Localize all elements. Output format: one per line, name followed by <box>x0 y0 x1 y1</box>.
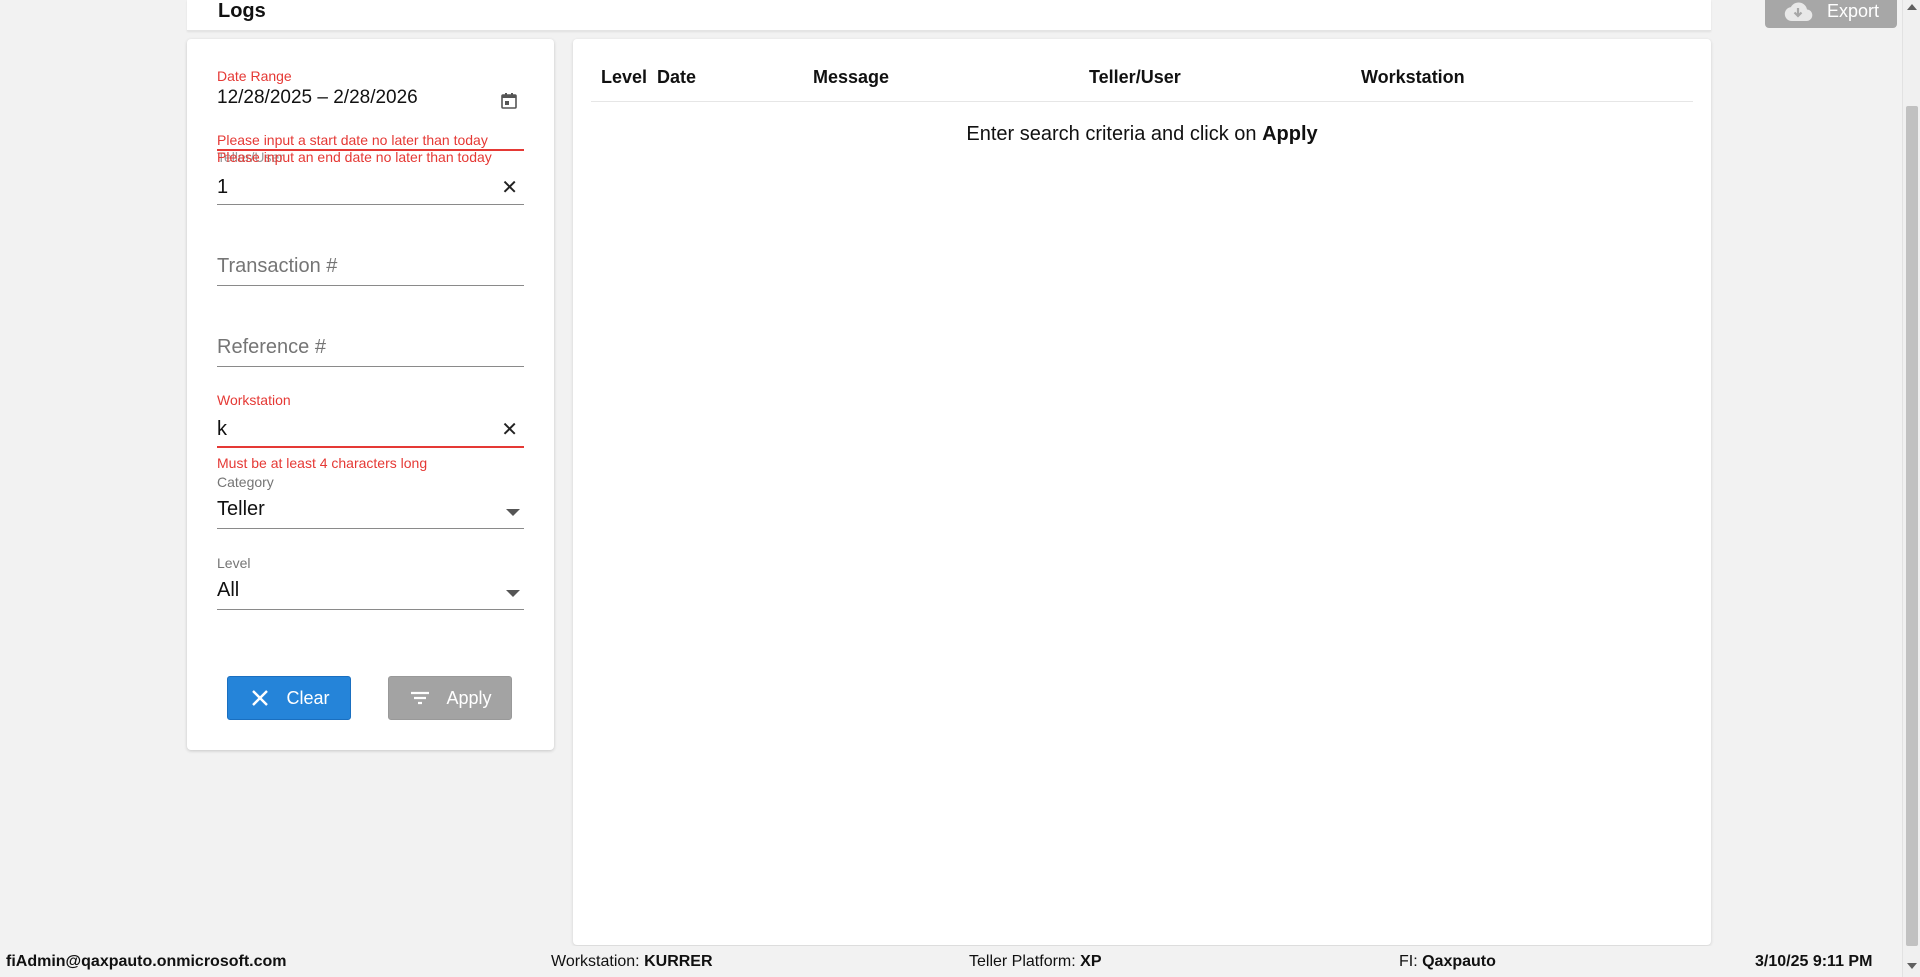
scroll-down-arrow[interactable] <box>1907 963 1917 969</box>
chevron-down-icon[interactable] <box>506 509 520 516</box>
status-workstation-label: Workstation: <box>551 953 645 970</box>
teller-user-value[interactable]: 1 <box>217 176 228 199</box>
close-icon[interactable]: ✕ <box>501 178 518 198</box>
workstation-value[interactable]: k <box>217 418 227 441</box>
page-title: Logs <box>218 0 266 22</box>
column-header-date[interactable]: Date <box>657 67 696 88</box>
page-header: Logs Export <box>187 0 1897 31</box>
filter-panel: Date Range 12/28/2025 – 2/28/2026 Please… <box>187 39 554 750</box>
transaction-field[interactable]: Transaction # <box>217 255 524 287</box>
teller-user-underline <box>217 204 524 205</box>
category-select[interactable]: Category Teller <box>217 474 524 534</box>
status-fi-label: FI: <box>1399 953 1423 970</box>
empty-state-message: Enter search criteria and click on Apply <box>573 123 1711 146</box>
level-value[interactable]: All <box>217 579 239 602</box>
filter-icon <box>411 691 430 705</box>
category-underline <box>217 528 524 529</box>
end-date-error: Please input an end date no later than t… <box>217 149 492 165</box>
date-range-value[interactable]: 12/28/2025 – 2/28/2026 <box>217 87 418 109</box>
column-header-workstation[interactable]: Workstation <box>1361 67 1465 88</box>
page-scrollbar[interactable] <box>1902 0 1920 977</box>
column-header-message[interactable]: Message <box>813 67 889 88</box>
workstation-label: Workstation <box>217 392 291 408</box>
results-panel: Level Date Message Teller/User Workstati… <box>573 39 1711 945</box>
calendar-icon[interactable] <box>500 92 518 110</box>
status-bar: fiAdmin@qaxpauto.onmicrosoft.com Worksta… <box>0 946 1902 977</box>
status-platform-label: Teller Platform: <box>969 953 1081 970</box>
export-label: Export <box>1826 0 1880 21</box>
scroll-thumb[interactable] <box>1906 106 1918 946</box>
clear-label: Clear <box>286 687 330 708</box>
level-select[interactable]: Level All <box>217 555 524 615</box>
date-range-label: Date Range <box>217 68 292 84</box>
workstation-underline <box>217 446 524 448</box>
status-platform: Teller Platform: XP <box>969 953 1101 971</box>
level-underline <box>217 609 524 610</box>
status-workstation: Workstation: KURRER <box>551 953 713 971</box>
status-workstation-value: KURRER <box>644 953 713 970</box>
status-platform-value: XP <box>1080 953 1102 970</box>
header-divider <box>591 101 1693 102</box>
close-icon <box>252 690 269 706</box>
workstation-field[interactable]: Workstation k ✕ Must be at least 4 chara… <box>217 392 524 472</box>
category-value[interactable]: Teller <box>217 498 265 521</box>
apply-button[interactable]: Apply <box>388 676 512 720</box>
level-label: Level <box>217 555 251 571</box>
status-user: fiAdmin@qaxpauto.onmicrosoft.com <box>6 953 287 970</box>
transaction-placeholder[interactable]: Transaction # <box>217 255 337 278</box>
reference-underline <box>217 366 524 367</box>
reference-placeholder[interactable]: Reference # <box>217 336 326 359</box>
teller-user-field[interactable]: Teller/User Please input an end date no … <box>217 149 524 249</box>
chevron-down-icon[interactable] <box>506 590 520 597</box>
status-fi: FI: Qaxpauto <box>1399 953 1496 971</box>
empty-state-text: Enter search criteria and click on <box>966 123 1263 145</box>
status-datetime: 3/10/25 9:11 PM <box>1755 953 1873 970</box>
export-button[interactable]: Export <box>1765 0 1897 28</box>
transaction-underline <box>217 285 524 286</box>
status-fi-value: Qaxpauto <box>1422 953 1496 970</box>
column-header-teller-user[interactable]: Teller/User <box>1089 67 1181 88</box>
empty-state-action: Apply <box>1262 123 1318 145</box>
apply-label: Apply <box>446 687 492 708</box>
column-header-level[interactable]: Level <box>601 67 647 88</box>
category-label: Category <box>217 474 274 490</box>
start-date-error: Please input a start date no later than … <box>217 132 488 148</box>
cloud-download-icon <box>1784 2 1813 21</box>
reference-field[interactable]: Reference # <box>217 336 524 368</box>
scroll-up-arrow[interactable] <box>1907 4 1917 10</box>
clear-button[interactable]: Clear <box>227 676 351 720</box>
workstation-error: Must be at least 4 characters long <box>217 455 428 471</box>
close-icon[interactable]: ✕ <box>501 420 518 440</box>
